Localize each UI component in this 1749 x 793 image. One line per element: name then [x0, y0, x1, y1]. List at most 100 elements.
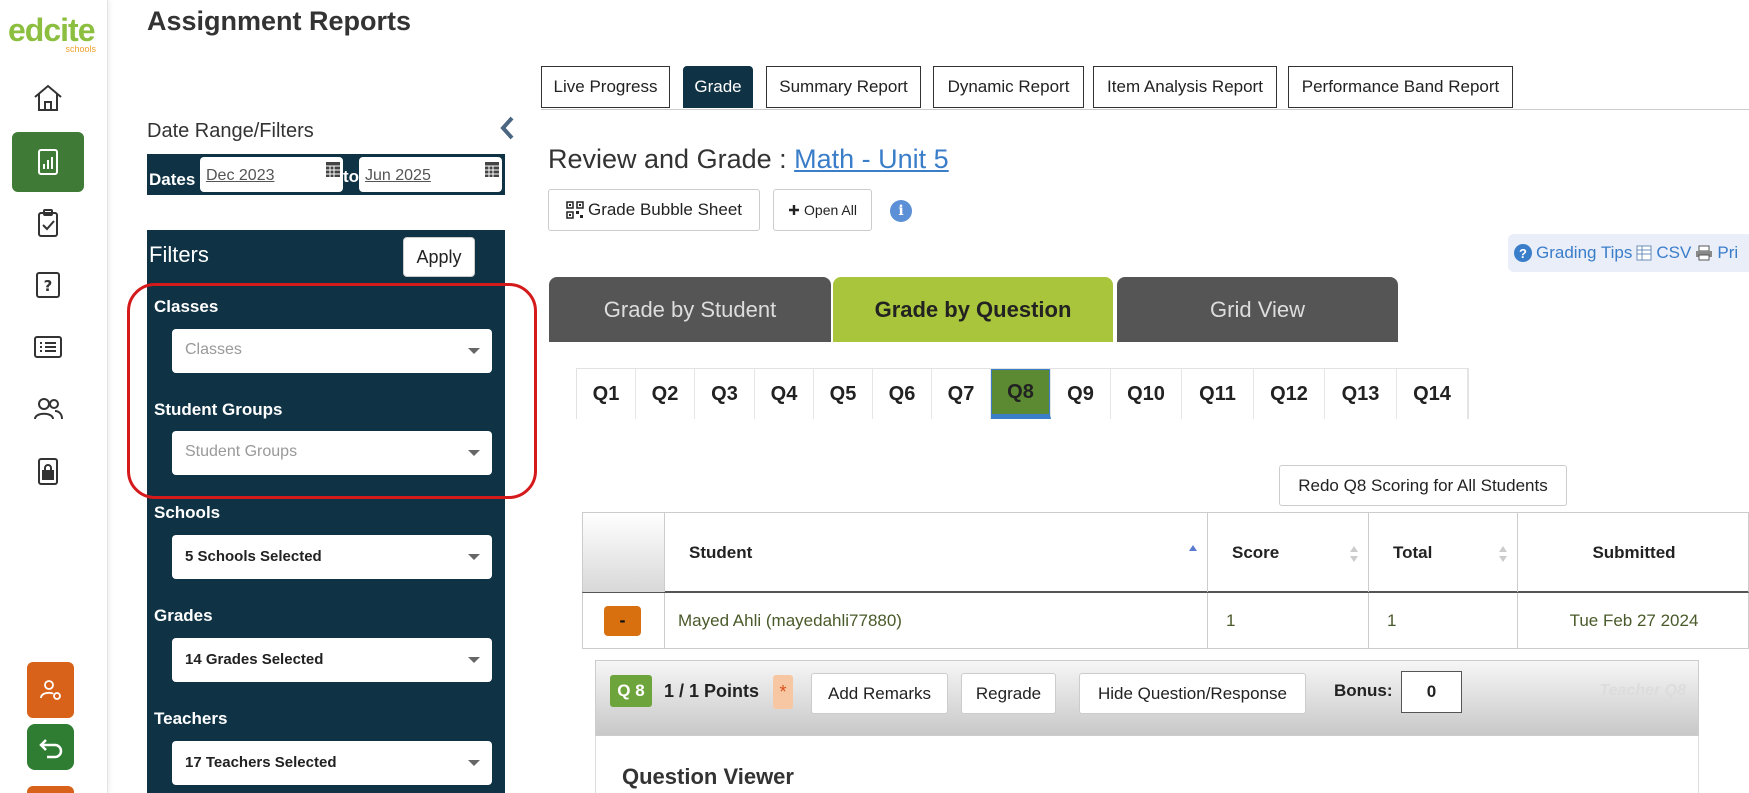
- question-tab[interactable]: Q11: [1182, 369, 1254, 419]
- nav-user-settings[interactable]: [27, 662, 74, 718]
- schools-label: Schools: [154, 503, 221, 522]
- question-tab-active[interactable]: Q8: [991, 369, 1051, 419]
- chevron-left-icon[interactable]: [496, 114, 520, 142]
- nav-back[interactable]: [27, 724, 74, 770]
- grades-select[interactable]: 14 Grades Selected: [172, 638, 492, 682]
- nav-assignments[interactable]: [12, 193, 84, 253]
- regrade-button[interactable]: Regrade: [961, 673, 1056, 714]
- schools-select[interactable]: 5 Schools Selected: [172, 535, 492, 579]
- question-tab[interactable]: Q10: [1111, 369, 1182, 419]
- printer-icon: [1696, 245, 1713, 261]
- csv-link[interactable]: CSV: [1656, 243, 1691, 263]
- header-student[interactable]: Student: [665, 513, 1208, 592]
- chevron-down-icon: [468, 450, 480, 456]
- plus-icon: [789, 205, 800, 215]
- points-label: 1 / 1 Points: [664, 681, 760, 701]
- app-root: edcite schools ? Assignment Reports Live…: [0, 0, 1749, 793]
- sort-icon: [1350, 546, 1358, 562]
- nav-list[interactable]: [12, 317, 84, 377]
- question-tab[interactable]: Q2: [636, 369, 695, 419]
- student-groups-label: Student Groups: [154, 400, 283, 419]
- nav-users[interactable]: [12, 379, 84, 439]
- list-icon: [34, 336, 62, 358]
- bonus-input[interactable]: 0: [1401, 671, 1462, 713]
- apply-button[interactable]: Apply: [403, 237, 475, 277]
- calendar-icon[interactable]: [325, 160, 341, 178]
- header-submitted[interactable]: Submitted: [1518, 513, 1749, 592]
- question-tab[interactable]: Q9: [1051, 369, 1111, 419]
- redo-scoring-button[interactable]: Redo Q8 Scoring for All Students: [1279, 465, 1567, 506]
- question-tab[interactable]: Q6: [873, 369, 932, 419]
- tab-grade[interactable]: Grade: [683, 66, 753, 108]
- info-icon[interactable]: i: [890, 200, 912, 222]
- assignment-link[interactable]: Math - Unit 5: [794, 144, 949, 174]
- add-remarks-button[interactable]: Add Remarks: [811, 673, 948, 714]
- nav-reports[interactable]: [12, 132, 84, 192]
- student-groups-select[interactable]: Student Groups: [172, 431, 492, 475]
- tab-dynamic-report[interactable]: Dynamic Report: [933, 66, 1084, 108]
- header-toggle-column: [583, 513, 665, 592]
- date-to-input[interactable]: Jun 2025: [359, 157, 502, 192]
- nav-lock[interactable]: [12, 441, 84, 501]
- reports-icon: [38, 149, 58, 175]
- tab-live-progress[interactable]: Live Progress: [541, 66, 670, 108]
- logo-subtext: schools: [65, 44, 96, 54]
- nav-home[interactable]: [12, 68, 84, 128]
- question-tab[interactable]: Q3: [695, 369, 755, 419]
- tab-item-analysis-report[interactable]: Item Analysis Report: [1093, 66, 1277, 108]
- question-tab[interactable]: Q1: [577, 369, 636, 419]
- nav-extra[interactable]: [27, 786, 74, 793]
- date-from-input[interactable]: Dec 2023: [200, 157, 343, 192]
- dates-to-label: to: [343, 167, 360, 186]
- nav-questions[interactable]: ?: [12, 255, 84, 315]
- header-total-label: Total: [1393, 542, 1433, 562]
- header-score[interactable]: Score: [1208, 513, 1369, 592]
- question-tab[interactable]: Q14: [1397, 369, 1468, 419]
- print-link[interactable]: Pri: [1717, 243, 1738, 263]
- flag-star[interactable]: *: [773, 675, 793, 709]
- grade-bubble-sheet-button[interactable]: Grade Bubble Sheet: [548, 189, 760, 231]
- open-all-label: Open All: [804, 202, 857, 218]
- date-from-value: Dec 2023: [206, 167, 275, 184]
- question-grading-panel: Q 8 1 / 1 Points * Add Remarks Regrade H…: [595, 660, 1699, 736]
- review-prefix: Review and Grade :: [548, 144, 795, 174]
- qr-code-icon: [566, 201, 584, 219]
- hide-question-button[interactable]: Hide Question/Response: [1079, 673, 1306, 714]
- score-cell: 1: [1208, 593, 1369, 648]
- tab-grid-view[interactable]: Grid View: [1117, 277, 1398, 342]
- calendar-icon[interactable]: [484, 160, 500, 178]
- collapse-button[interactable]: -: [604, 605, 641, 636]
- classes-placeholder: Classes: [185, 341, 242, 358]
- back-icon: [38, 739, 62, 759]
- tab-grade-by-question[interactable]: Grade by Question: [833, 277, 1113, 342]
- user-settings-icon: [39, 680, 61, 700]
- question-tab[interactable]: Q12: [1254, 369, 1325, 419]
- tab-summary-report[interactable]: Summary Report: [766, 66, 921, 108]
- chevron-down-icon: [468, 760, 480, 766]
- date-to-value: Jun 2025: [365, 167, 431, 184]
- question-tab[interactable]: Q7: [932, 369, 991, 419]
- question-tab[interactable]: Q4: [755, 369, 814, 419]
- edcite-logo[interactable]: edcite schools: [8, 14, 98, 54]
- chevron-down-icon: [468, 348, 480, 354]
- question-tab[interactable]: Q13: [1325, 369, 1397, 419]
- question-viewer: Question Viewer: [595, 736, 1699, 793]
- submitted-cell: Tue Feb 27 2024: [1569, 610, 1699, 630]
- tab-performance-band-report[interactable]: Performance Band Report: [1288, 66, 1513, 108]
- grading-tools-bar: ? Grading Tips CSV Pri: [1508, 234, 1749, 272]
- header-score-label: Score: [1232, 542, 1280, 562]
- csv-icon: [1636, 245, 1652, 261]
- sort-asc-icon: [1189, 545, 1197, 551]
- bonus-label: Bonus:: [1334, 681, 1393, 700]
- schools-value: 5 Schools Selected: [185, 548, 322, 565]
- assignments-icon: [38, 209, 58, 237]
- grading-tips-link[interactable]: Grading Tips: [1536, 243, 1632, 263]
- question-tab[interactable]: Q5: [814, 369, 873, 419]
- date-range-label: Date Range/Filters: [147, 120, 314, 142]
- open-all-button[interactable]: Open All: [773, 189, 872, 231]
- question-tabs: Q1 Q2 Q3 Q4 Q5 Q6 Q7 Q8 Q9 Q10 Q11 Q12 Q…: [576, 368, 1469, 419]
- tab-grade-by-student[interactable]: Grade by Student: [549, 277, 831, 342]
- teachers-select[interactable]: 17 Teachers Selected: [172, 741, 492, 785]
- header-total[interactable]: Total: [1369, 513, 1518, 592]
- classes-select[interactable]: Classes: [172, 329, 492, 373]
